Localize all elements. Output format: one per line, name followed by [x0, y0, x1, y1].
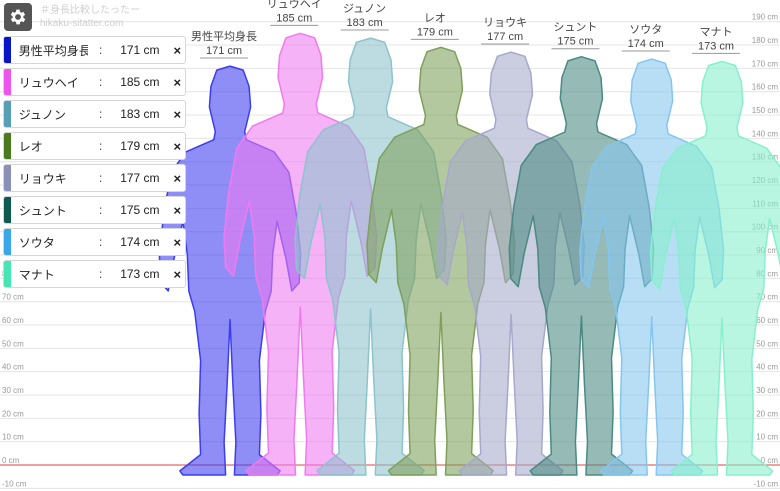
legend-item-name[interactable]: ジュノン — [19, 106, 88, 123]
y-tick-label-left: 50 cm — [2, 339, 24, 348]
close-icon[interactable]: × — [170, 139, 185, 154]
person-name-label: マナト — [700, 25, 733, 38]
y-tick-label-right: 190 cm — [752, 13, 779, 22]
y-tick-label-left: 30 cm — [2, 386, 24, 395]
legend-item[interactable]: リョウキ:177 cm × — [3, 164, 186, 192]
person-height-label: 171 cm — [206, 45, 242, 57]
figure-layer — [158, 32, 780, 476]
legend-item[interactable]: マナト:173 cm × — [3, 260, 186, 288]
person-height-label: 179 cm — [417, 26, 453, 38]
y-tick-label-right: 150 cm — [752, 106, 779, 115]
legend-item-height[interactable]: 175 cm — [113, 203, 169, 217]
y-tick-label-right: 50 cm — [756, 339, 778, 348]
y-tick-label-left: -10 cm — [2, 479, 27, 488]
legend-item-name[interactable]: リョウキ — [19, 170, 88, 187]
y-tick-label-right: 160 cm — [752, 83, 779, 92]
y-tick-label-right: 60 cm — [756, 316, 778, 325]
y-tick-label-right: 140 cm — [752, 129, 779, 138]
y-tick-label-right: 20 cm — [756, 409, 778, 418]
close-icon[interactable]: × — [170, 75, 185, 90]
person-name-label: 男性平均身長 — [191, 29, 257, 43]
close-icon[interactable]: × — [170, 107, 185, 122]
legend-item-name[interactable]: リュウヘイ — [19, 74, 88, 91]
watermark-url: hikaku-sitatter.com — [40, 18, 124, 29]
person-name-label: ソウタ — [629, 23, 662, 36]
legend-item-height[interactable]: 173 cm — [113, 267, 169, 281]
legend-item-name[interactable]: レオ — [19, 138, 88, 155]
close-icon[interactable]: × — [170, 203, 185, 218]
legend-item-height[interactable]: 179 cm — [113, 139, 169, 153]
close-icon[interactable]: × — [170, 267, 185, 282]
legend-item-height[interactable]: 183 cm — [113, 107, 169, 121]
legend-item-name[interactable]: ソウタ — [19, 234, 88, 251]
legend-item-name[interactable]: マナト — [19, 266, 88, 283]
gear-icon — [10, 9, 26, 25]
y-tick-label-right: 30 cm — [756, 386, 778, 395]
legend-item-height[interactable]: 174 cm — [113, 235, 169, 249]
y-tick-label-right: 180 cm — [752, 36, 779, 45]
legend-separator: : — [99, 107, 103, 121]
legend-list: 男性平均身長:171 cm × リュウヘイ:185 cm × ジュノン:183 cm × レ… — [3, 36, 186, 292]
legend-separator: : — [99, 171, 103, 185]
label-layer: 男性平均身長 171 cm リュウヘイ 185 cm ジュノン 183 cm レオ 179 c… — [191, 0, 740, 59]
legend-separator: : — [99, 75, 103, 89]
person-name-label: リョウキ — [483, 16, 527, 29]
person-name-label: シュント — [553, 22, 597, 34]
y-tick-label-right: 170 cm — [752, 59, 779, 68]
legend-separator: : — [99, 139, 103, 153]
watermark-hashtag: ＃身長比較したったー — [40, 5, 140, 16]
legend-color-swatch — [4, 197, 11, 223]
y-tick-label-left: 10 cm — [2, 433, 24, 442]
legend-separator: : — [99, 43, 103, 57]
legend-item[interactable]: リュウヘイ:185 cm × — [3, 68, 186, 96]
y-tick-label-right: 10 cm — [756, 433, 778, 442]
legend-item[interactable]: シュント:175 cm × — [3, 196, 186, 224]
legend-separator: : — [99, 235, 103, 249]
y-tick-label-left: 20 cm — [2, 409, 24, 418]
legend-item[interactable]: ソウタ:174 cm × — [3, 228, 186, 256]
close-icon[interactable]: × — [170, 235, 185, 250]
person-height-label: 175 cm — [557, 36, 593, 48]
settings-button[interactable] — [4, 3, 32, 31]
person-name-label: ジュノン — [343, 3, 386, 15]
legend-color-swatch — [4, 229, 11, 255]
legend-color-swatch — [4, 37, 11, 63]
person-height-label: 174 cm — [628, 38, 664, 50]
legend-item-height[interactable]: 177 cm — [113, 171, 169, 185]
legend-item-name[interactable]: 男性平均身長 — [19, 42, 88, 59]
legend-color-swatch — [4, 261, 11, 287]
legend-separator: : — [99, 203, 103, 217]
person-height-label: 185 cm — [276, 12, 312, 24]
person-height-label: 183 cm — [347, 17, 383, 29]
y-tick-label-right: 40 cm — [756, 363, 778, 372]
close-icon[interactable]: × — [170, 43, 185, 58]
watermark: ＃身長比較したったー hikaku-sitatter.com — [40, 4, 140, 30]
person-height-label: 177 cm — [487, 31, 523, 43]
legend-color-swatch — [4, 165, 11, 191]
legend-separator: : — [99, 267, 103, 281]
legend-item-height[interactable]: 171 cm — [113, 43, 169, 57]
legend-item-name[interactable]: シュント — [19, 202, 88, 219]
person-name-label: リュウヘイ — [267, 0, 322, 10]
y-tick-label-left: 60 cm — [2, 316, 24, 325]
person-name-label: レオ — [424, 11, 446, 24]
y-tick-label-right: -10 cm — [754, 479, 779, 488]
person-height-label: 173 cm — [698, 40, 734, 52]
close-icon[interactable]: × — [170, 171, 185, 186]
y-tick-label-left: 40 cm — [2, 363, 24, 372]
legend-item-height[interactable]: 185 cm — [113, 75, 169, 89]
y-tick-label-left: 70 cm — [2, 293, 24, 302]
legend-color-swatch — [4, 101, 11, 127]
legend-item[interactable]: 男性平均身長:171 cm × — [3, 36, 186, 64]
legend-item[interactable]: レオ:179 cm × — [3, 132, 186, 160]
y-tick-label-left: 0 cm — [2, 456, 20, 465]
legend-item[interactable]: ジュノン:183 cm × — [3, 100, 186, 128]
legend-color-swatch — [4, 69, 11, 95]
legend-color-swatch — [4, 133, 11, 159]
